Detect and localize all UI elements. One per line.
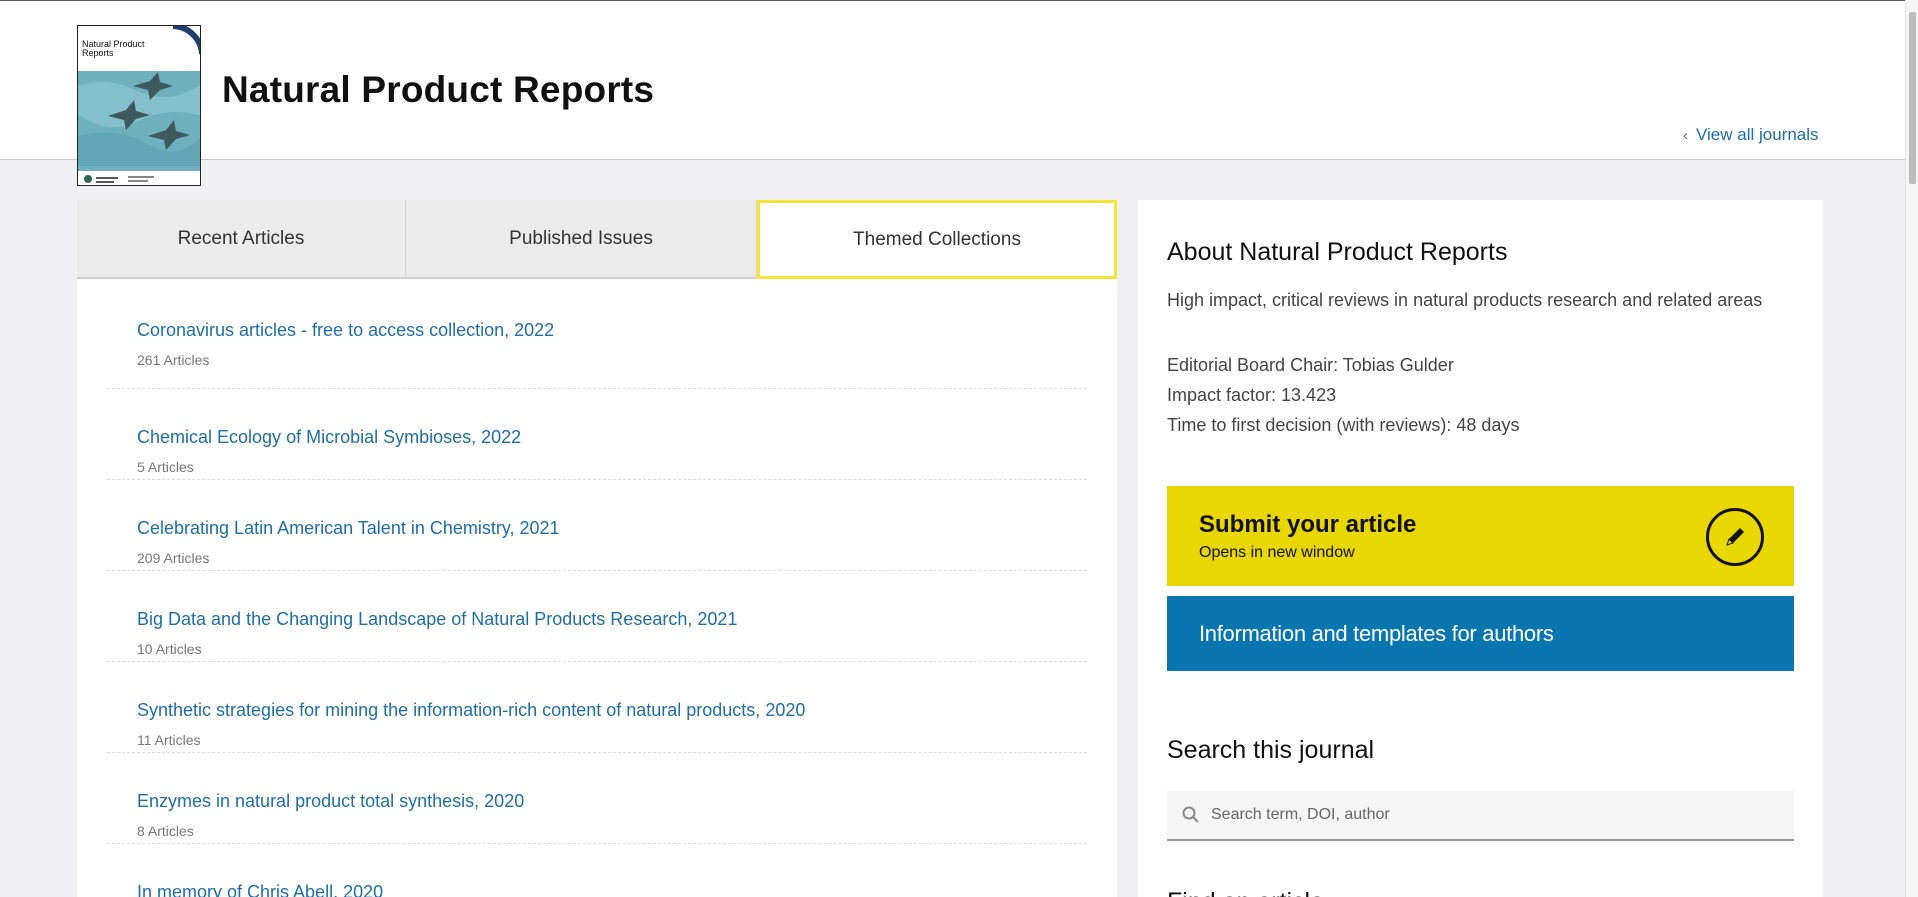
find-article-heading: Find an article [1167,888,1324,897]
collection-link[interactable]: Big Data and the Changing Landscape of N… [137,609,737,630]
article-count: 8 Articles [137,823,194,839]
search-icon [1182,806,1199,823]
journal-info: Editorial Board Chair: Tobias Gulder Imp… [1167,350,1519,440]
impact-factor: Impact factor: 13.423 [1167,385,1337,405]
article-count: 5 Articles [137,459,194,475]
collection-link[interactable]: Coronavirus articles - free to access co… [137,320,554,341]
collection-link[interactable]: Chemical Ecology of Microbial Symbioses,… [137,427,521,448]
view-all-journals-label: View all journals [1696,125,1819,144]
list-item: Coronavirus articles - free to access co… [107,279,1087,389]
submit-label: Submit your article [1199,511,1417,538]
tab-published-issues[interactable]: Published Issues [406,200,757,279]
article-count: 11 Articles [137,732,201,748]
journal-cover-image[interactable]: Natural Product Reports [77,25,201,186]
chevron-left-icon: ‹ [1683,126,1688,144]
list-item: Big Data and the Changing Landscape of N… [107,571,1087,662]
tab-recent-articles[interactable]: Recent Articles [77,200,406,279]
collection-link[interactable]: Enzymes in natural product total synthes… [137,791,524,812]
journal-header: Natural Product Reports ‹ View all journ… [0,1,1918,160]
cover-title: Natural Product Reports [82,39,145,58]
collection-link[interactable]: Celebrating Latin American Talent in Che… [137,518,560,539]
about-sidebar: About Natural Product Reports High impac… [1138,200,1823,897]
collection-link[interactable]: In memory of Chris Abell, 2020 [137,882,383,897]
editorial-chair: Editorial Board Chair: Tobias Gulder [1167,355,1454,375]
article-count: 10 Articles [137,641,202,657]
search-input[interactable] [1211,806,1791,824]
collections-list: Coronavirus articles - free to access co… [77,279,1117,897]
about-heading: About Natural Product Reports [1167,238,1508,266]
journal-title: Natural Product Reports [222,69,655,110]
list-item: Chemical Ecology of Microbial Symbioses,… [107,389,1087,480]
article-count: 209 Articles [137,550,210,566]
article-count: 261 Articles [137,352,210,368]
scrollbar-thumb[interactable] [1909,12,1916,184]
about-description: High impact, critical reviews in natural… [1167,290,1763,310]
view-all-journals-link[interactable]: ‹ View all journals [1683,125,1819,145]
tab-bar: Recent Articles Published Issues Themed … [77,200,1117,279]
collection-link[interactable]: Synthetic strategies for mining the info… [137,700,805,721]
tab-themed-collections[interactable]: Themed Collections [757,200,1117,279]
submit-article-button[interactable]: Submit your article Opens in new window [1167,486,1794,586]
list-item: Celebrating Latin American Talent in Che… [107,480,1087,571]
page-scrollbar[interactable] [1905,0,1918,897]
search-heading: Search this journal [1167,736,1375,764]
list-item: In memory of Chris Abell, 2020 [107,844,1087,897]
search-field [1167,791,1794,841]
author-info-label: Information and templates for authors [1199,621,1554,646]
author-info-button[interactable]: Information and templates for authors [1167,596,1794,671]
pencil-icon [1706,508,1764,566]
collections-panel: Recent Articles Published Issues Themed … [77,200,1117,897]
list-item: Enzymes in natural product total synthes… [107,753,1087,844]
submit-sublabel: Opens in new window [1199,544,1355,561]
list-item: Synthetic strategies for mining the info… [107,662,1087,753]
time-to-decision: Time to first decision (with reviews): 4… [1167,415,1520,435]
